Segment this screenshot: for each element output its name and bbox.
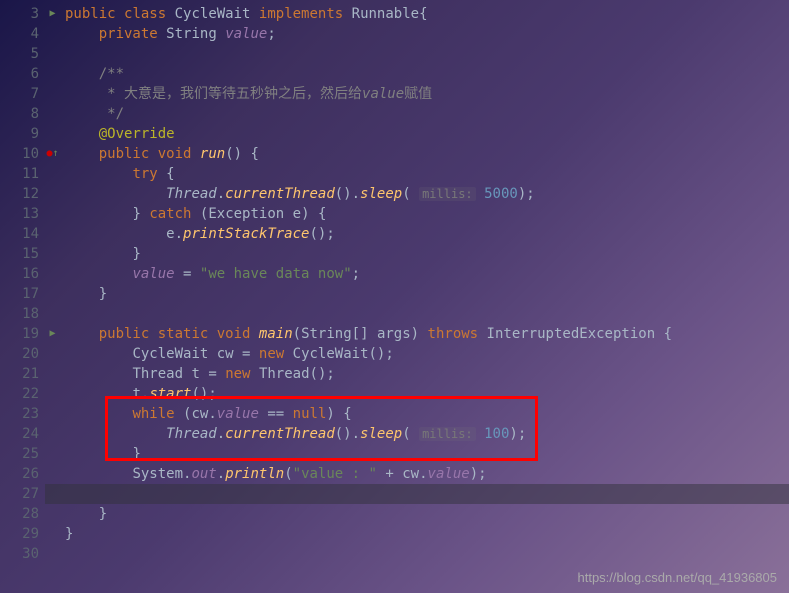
code-line[interactable]: Thread t = new Thread(); [65, 364, 789, 384]
line-number: 13 [0, 204, 39, 224]
line-number: 20 [0, 344, 39, 364]
line-number: 19 [0, 324, 39, 344]
line-number: 6 [0, 64, 39, 84]
line-number: 9 [0, 124, 39, 144]
line-number: 12 [0, 184, 39, 204]
line-number: 16 [0, 264, 39, 284]
line-number: 3 [0, 4, 39, 24]
code-line[interactable] [65, 304, 789, 324]
code-line[interactable]: private String value; [65, 24, 789, 44]
line-number: 17 [0, 284, 39, 304]
line-number: 8 [0, 104, 39, 124]
line-number: 15 [0, 244, 39, 264]
code-line[interactable]: public void run() { [65, 144, 789, 164]
line-number: 22 [0, 384, 39, 404]
line-number: 18 [0, 304, 39, 324]
code-line[interactable]: while (cw.value == null) { [65, 404, 789, 424]
code-line[interactable]: public static void main(String[] args) t… [65, 324, 789, 344]
line-number: 21 [0, 364, 39, 384]
code-line[interactable]: } [65, 444, 789, 464]
code-line[interactable]: } [65, 504, 789, 524]
line-number: 7 [0, 84, 39, 104]
code-line[interactable]: /** [65, 64, 789, 84]
line-number: 26 [0, 464, 39, 484]
code-line[interactable]: public class CycleWait implements Runnab… [65, 4, 789, 24]
code-line[interactable]: */ [65, 104, 789, 124]
code-line[interactable] [65, 484, 789, 504]
code-line[interactable]: e.printStackTrace(); [65, 224, 789, 244]
code-line[interactable]: } [65, 524, 789, 544]
code-content[interactable]: public class CycleWait implements Runnab… [45, 0, 789, 593]
line-number: 11 [0, 164, 39, 184]
line-number: 29 [0, 524, 39, 544]
code-line[interactable]: } [65, 284, 789, 304]
code-line[interactable]: * 大意是，我们等待五秒钟之后，然后给value赋值 [65, 84, 789, 104]
line-number: 28 [0, 504, 39, 524]
parameter-hint: millis: [419, 187, 476, 201]
code-editor[interactable]: 3 4 5 6 7 8 9 10 11 12 13 14 15 16 17 18… [0, 0, 789, 593]
code-line[interactable] [65, 544, 789, 564]
code-line[interactable]: CycleWait cw = new CycleWait(); [65, 344, 789, 364]
code-line[interactable]: value = "we have data now"; [65, 264, 789, 284]
code-line[interactable]: try { [65, 164, 789, 184]
line-number: 27 [0, 484, 39, 504]
line-number: 25 [0, 444, 39, 464]
code-line[interactable] [65, 44, 789, 64]
line-number: 4 [0, 24, 39, 44]
line-number: 24 [0, 424, 39, 444]
code-line[interactable]: @Override [65, 124, 789, 144]
line-number: 23 [0, 404, 39, 424]
code-line[interactable]: t.start(); [65, 384, 789, 404]
line-number: 14 [0, 224, 39, 244]
line-number: 5 [0, 44, 39, 64]
code-line[interactable]: } catch (Exception e) { [65, 204, 789, 224]
code-line[interactable]: System.out.println("value : " + cw.value… [65, 464, 789, 484]
line-number: 30 [0, 544, 39, 564]
parameter-hint: millis: [419, 427, 476, 441]
line-number-gutter: 3 4 5 6 7 8 9 10 11 12 13 14 15 16 17 18… [0, 0, 45, 593]
code-line[interactable]: Thread.currentThread().sleep( millis: 50… [65, 184, 789, 204]
code-line[interactable]: } [65, 244, 789, 264]
code-line[interactable]: Thread.currentThread().sleep( millis: 10… [65, 424, 789, 444]
line-number: 10 [0, 144, 39, 164]
watermark-text: https://blog.csdn.net/qq_41936805 [578, 570, 778, 585]
